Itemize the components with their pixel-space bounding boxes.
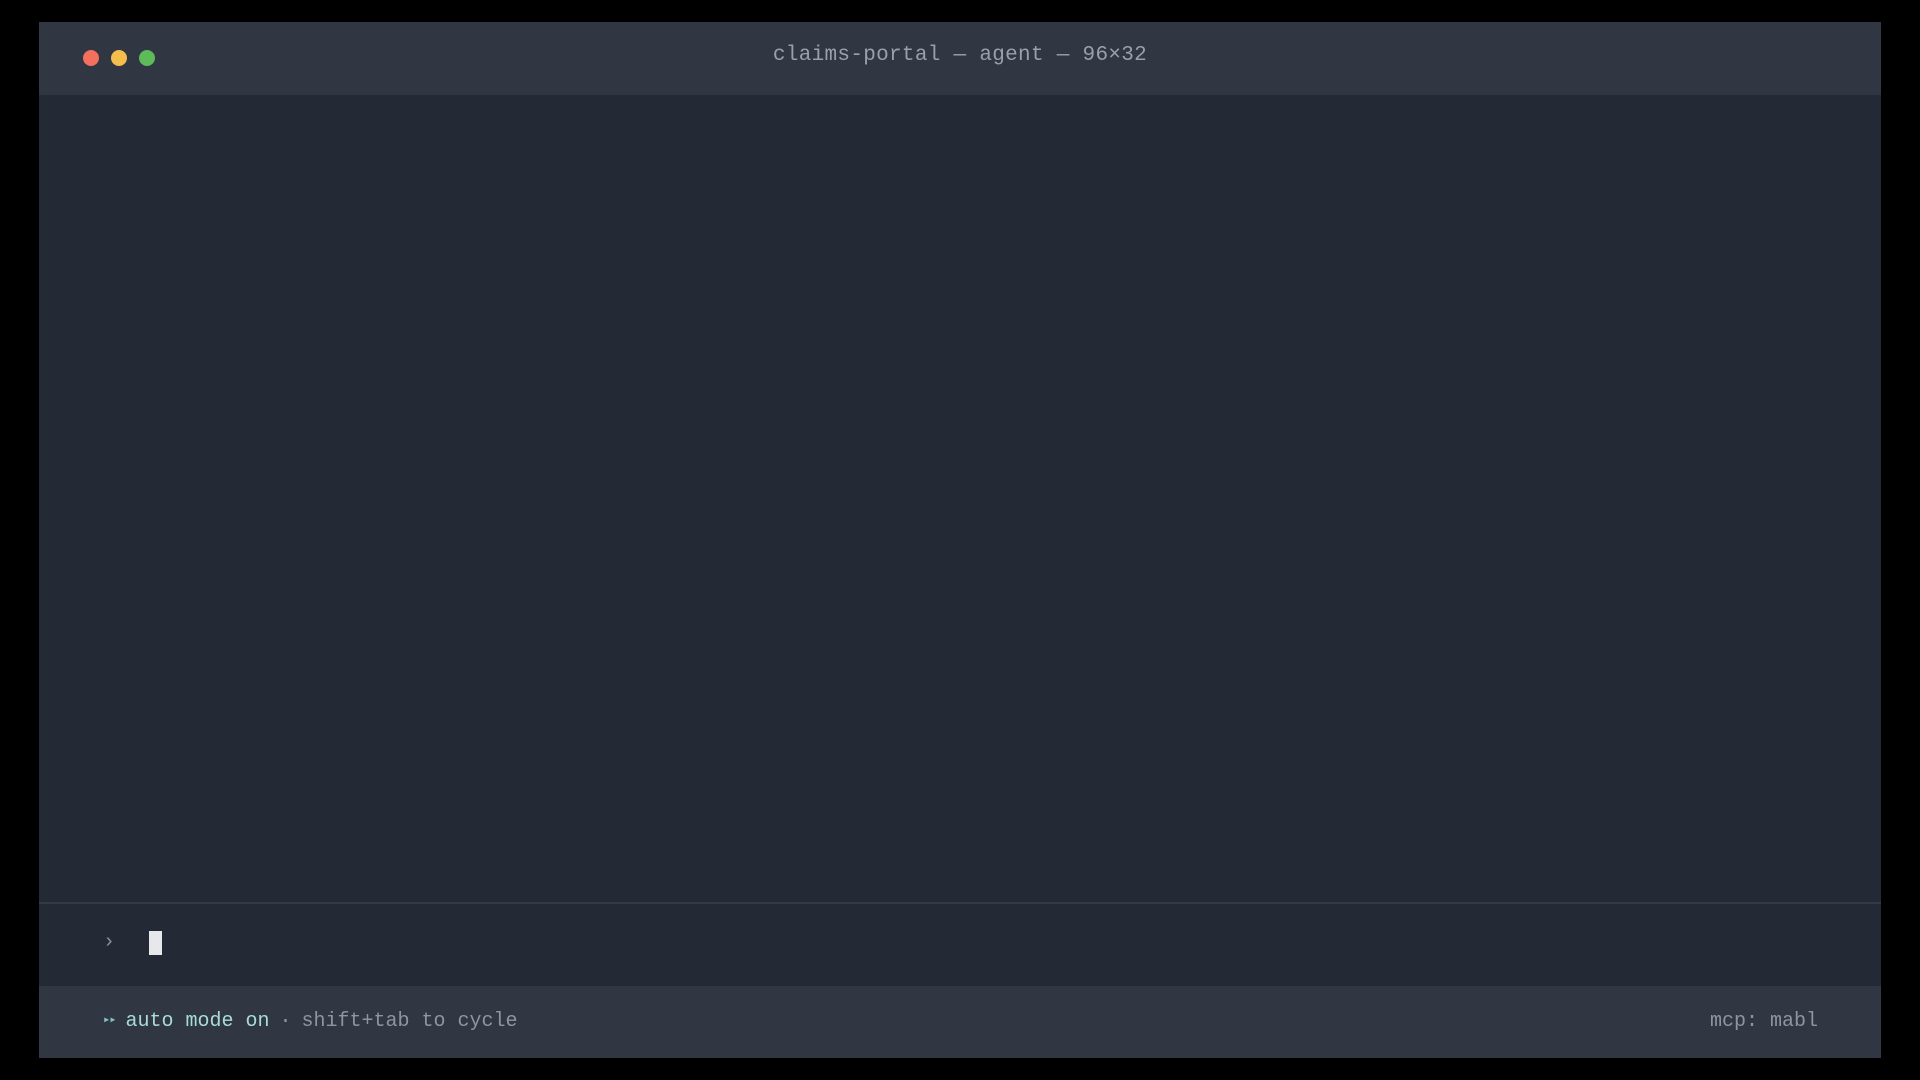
- fast-forward-icon: ▸▸: [103, 1013, 116, 1027]
- terminal-output-area[interactable]: [39, 95, 1881, 924]
- mode-hint: shift+tab to cycle: [301, 1010, 518, 1033]
- status-separator: ·: [279, 1010, 292, 1033]
- window-title: claims-portal — agent — 96×32: [772, 44, 1148, 67]
- title-bar[interactable]: claims-portal — agent — 96×32: [39, 22, 1881, 95]
- status-bar: ▸▸ auto mode on · shift+tab to cycle mcp: m…: [39, 986, 1881, 1058]
- mode-indicator[interactable]: ▸▸ auto mode on · shift+tab to cycle: [103, 1010, 518, 1033]
- prompt-caret-icon: ›: [103, 931, 116, 954]
- terminal-window: claims-portal — agent — 96×32 › ▸▸ auto m…: [39, 22, 1881, 1058]
- mcp-status: mcp: mabl: [1709, 1010, 1818, 1033]
- mode-label: auto mode on: [125, 1010, 270, 1033]
- text-cursor: [149, 931, 162, 955]
- prompt-input-area[interactable]: ›: [39, 904, 1881, 986]
